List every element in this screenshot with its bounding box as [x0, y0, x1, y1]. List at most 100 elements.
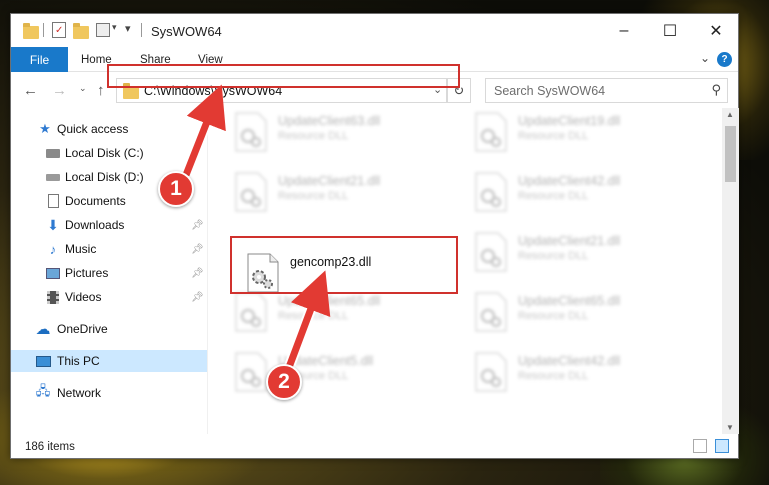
back-arrow-icon[interactable]: ←	[23, 82, 38, 99]
scroll-down-icon[interactable]: ▼	[726, 423, 734, 432]
sidebar-item-label: Music	[65, 242, 97, 256]
tab-file[interactable]: File	[11, 47, 68, 72]
scroll-up-icon[interactable]: ▲	[726, 110, 734, 119]
file-highlight	[230, 236, 458, 294]
callout-badge-2: 2	[266, 364, 302, 400]
sidebar-item-label: Videos	[65, 290, 102, 304]
file-item[interactable]: UpdateClient19.dll Resource DLL	[456, 108, 696, 164]
computer-icon	[35, 353, 51, 369]
title-bar: ✓ ▾ ▾ SysWOW64 – ☐ ✕	[11, 14, 738, 47]
sidebar-item-pictures[interactable]: Pictures 📌︎	[11, 262, 207, 284]
file-name: UpdateClient42.dll	[518, 354, 621, 368]
large-icons-view-icon[interactable]	[715, 439, 729, 453]
pin-icon[interactable]: 📌︎	[191, 292, 204, 303]
file-item[interactable]: UpdateClient21.dll Resource DLL	[456, 228, 696, 284]
dll-file-icon	[475, 352, 507, 392]
file-item[interactable]: UpdateClient63.dll Resource DLL	[216, 108, 456, 164]
file-type: Resource DLL	[278, 190, 349, 202]
search-input[interactable]: Search SysWOW64 ⚲	[485, 78, 728, 103]
new-folder-icon[interactable]	[73, 23, 89, 39]
properties-icon[interactable]: ✓	[52, 22, 66, 38]
file-item[interactable]: UpdateClient42.dll Resource DLL	[456, 168, 696, 224]
file-item[interactable]: UpdateClient21.dll Resource DLL	[216, 168, 456, 224]
address-bar-highlight	[107, 64, 460, 88]
up-arrow-icon[interactable]: ↑	[97, 82, 105, 99]
file-type: Resource DLL	[518, 310, 589, 322]
drive-icon	[45, 145, 61, 161]
pin-icon[interactable]: 📌︎	[191, 244, 204, 255]
file-name: UpdateClient65.dll	[518, 294, 621, 308]
scrollbar-thumb[interactable]	[725, 126, 736, 182]
documents-icon	[45, 193, 61, 209]
file-name: UpdateClient21.dll	[518, 234, 621, 248]
sidebar-item-quick-access[interactable]: ★ Quick access	[11, 118, 207, 140]
customize-toolbar-icon[interactable]: ▾	[125, 22, 131, 35]
file-name: UpdateClient42.dll	[518, 174, 621, 188]
file-type: Resource DLL	[518, 190, 589, 202]
pin-icon[interactable]: 📌︎	[191, 268, 204, 279]
dll-file-icon	[235, 292, 267, 332]
sidebar-item-this-pc[interactable]: This PC	[11, 350, 207, 372]
file-item[interactable]: UpdateClient65.dll Resource DLL	[456, 288, 696, 344]
dll-file-icon	[475, 232, 507, 272]
sidebar-item-network[interactable]: 🖧︎ Network	[11, 382, 207, 404]
callout-badge-1: 1	[158, 171, 194, 207]
pictures-icon	[45, 265, 61, 281]
close-button[interactable]: ✕	[693, 14, 739, 47]
videos-icon	[45, 289, 61, 305]
help-icon[interactable]: ?	[717, 52, 732, 67]
search-placeholder: Search SysWOW64	[494, 84, 606, 98]
dll-file-icon	[235, 112, 267, 152]
file-name: UpdateClient65.dll	[278, 294, 381, 308]
sidebar-item-label: Network	[57, 386, 102, 400]
folder-icon	[23, 23, 39, 39]
file-name: UpdateClient63.dll	[278, 114, 381, 128]
pin-icon[interactable]: 📌︎	[191, 220, 204, 231]
file-item[interactable]: UpdateClient5.dll Resource DLL	[216, 348, 456, 404]
divider	[43, 23, 44, 37]
sidebar-item-label: Local Disk (C:)	[65, 146, 144, 160]
dll-file-icon	[235, 352, 267, 392]
file-item[interactable]: UpdateClient65.dll Resource DLL	[216, 288, 456, 344]
sidebar-item-onedrive[interactable]: ☁ OneDrive	[11, 318, 207, 340]
sidebar-item-label: Local Disk (D:)	[65, 170, 144, 184]
recent-locations-icon[interactable]: ⌄	[79, 83, 87, 94]
file-type: Resource DLL	[278, 310, 349, 322]
dll-file-icon	[475, 112, 507, 152]
file-name: UpdateClient19.dll	[518, 114, 621, 128]
divider	[141, 23, 142, 37]
drive-icon	[45, 169, 61, 185]
network-icon: 🖧︎	[35, 383, 51, 398]
sidebar-item-label: Pictures	[65, 266, 109, 280]
search-icon: ⚲	[711, 82, 721, 97]
file-name: UpdateClient21.dll	[278, 174, 381, 188]
chevron-down-icon[interactable]: ▾	[112, 22, 117, 33]
view-options-icon[interactable]	[96, 23, 110, 37]
sidebar-item-music[interactable]: ♪ Music 📌︎	[11, 238, 207, 260]
dll-file-icon	[475, 292, 507, 332]
dll-file-icon	[475, 172, 507, 212]
sidebar-item-videos[interactable]: Videos 📌︎	[11, 286, 207, 308]
sidebar-item-downloads[interactable]: ⬇ Downloads 📌︎	[11, 214, 207, 236]
file-type: Resource DLL	[518, 130, 589, 142]
download-icon: ⬇	[47, 216, 59, 233]
item-count: 186 items	[25, 441, 75, 453]
sidebar-item-label: Quick access	[57, 122, 129, 136]
details-view-icon[interactable]	[693, 439, 707, 453]
sidebar-item-label: Documents	[65, 194, 126, 208]
sidebar-item-label: OneDrive	[57, 322, 108, 336]
navigation-pane: ★ Quick access Local Disk (C:) Local Dis…	[11, 108, 207, 434]
vertical-scrollbar[interactable]: ▲ ▼	[722, 108, 739, 434]
expand-ribbon-icon[interactable]: ⌄	[700, 51, 710, 65]
cloud-icon: ☁	[35, 321, 51, 338]
forward-arrow-icon[interactable]: →	[52, 82, 67, 99]
window-title: SysWOW64	[151, 24, 222, 39]
file-item[interactable]: UpdateClient42.dll Resource DLL	[456, 348, 696, 404]
status-bar: 186 items	[11, 434, 738, 459]
pane-divider[interactable]	[207, 108, 208, 434]
minimize-button[interactable]: –	[601, 14, 647, 47]
music-icon: ♪	[49, 241, 57, 257]
sidebar-item-local-disk-c[interactable]: Local Disk (C:)	[11, 142, 207, 164]
maximize-button[interactable]: ☐	[647, 14, 693, 47]
sidebar-item-label: Downloads	[65, 218, 125, 232]
